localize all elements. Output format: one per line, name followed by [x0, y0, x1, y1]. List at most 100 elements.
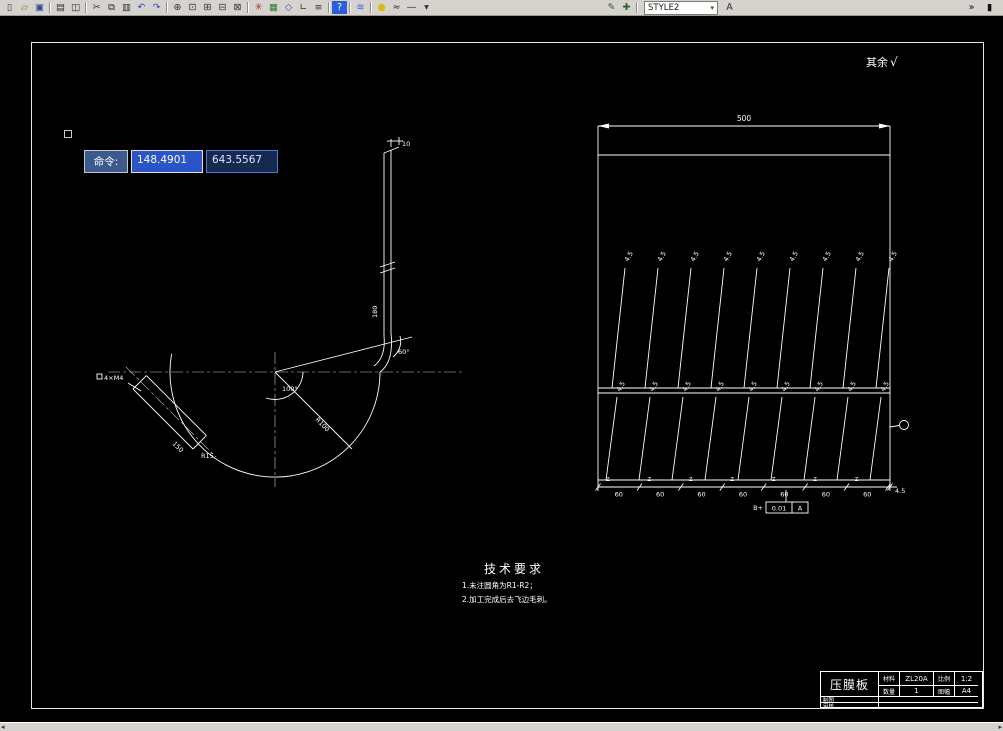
technical-requirements: 技术要求 1.未注圆角为R1-R2； 2.加工完成后去飞边毛刺。 — [462, 560, 552, 605]
qty-value-cell: 1 — [899, 685, 933, 696]
dim-height-label: 180 — [371, 306, 379, 318]
print-preview-icon[interactable]: ◫ — [68, 1, 83, 14]
modify-toolbar-icon[interactable]: ✚ — [619, 1, 634, 14]
style-combobox[interactable]: STYLE2 ▾ — [644, 0, 718, 15]
save-icon[interactable]: ▣ — [32, 1, 47, 14]
surface-finish-text: 其余 — [866, 56, 888, 69]
svg-text:Z: Z — [647, 477, 651, 483]
lineweight-icon[interactable]: — — [404, 1, 419, 14]
dim-top-label: 10 — [402, 140, 410, 148]
svg-text:4.5: 4.5 — [788, 250, 800, 263]
svg-text:60: 60 — [615, 491, 623, 499]
command-y-input[interactable]: 643.5567 — [206, 150, 278, 173]
svg-text:Z: Z — [772, 477, 776, 483]
chevron-down-icon: ▾ — [710, 3, 714, 12]
osnap-icon[interactable]: ◇ — [281, 1, 296, 14]
linetype-icon[interactable]: ≈ — [389, 1, 404, 14]
toolbar-separator — [349, 2, 351, 13]
gdt-prefix-label: B+ — [753, 504, 763, 512]
svg-text:60: 60 — [863, 491, 871, 499]
radius-label: R100 — [314, 416, 332, 434]
main-toolbar: ▯ ▱ ▣ ▤ ◫ ✂ ⧉ ▥ ↶ ↷ ⊕ ⊡ ⊞ ⊟ ⊠ ✳ ▦ ◇ ∟ ≡? ≋ ● ≈ — ▾ ✎ ✚ STYLE2 ▾ A … — [0, 0, 1003, 16]
layers-icon[interactable]: ≡ — [311, 1, 326, 14]
toolbar-separator — [166, 2, 168, 13]
draw-toolbar-icon[interactable]: ✎ — [604, 1, 619, 14]
zoom-in-icon[interactable]: ⊞ — [200, 1, 215, 14]
svg-text:4.5: 4.5 — [714, 380, 726, 393]
toolbar-separator — [636, 2, 638, 13]
scroll-right-icon[interactable]: ▸ — [998, 723, 1002, 731]
zoom-extents-icon[interactable]: ⊠ — [230, 1, 245, 14]
zoom-realtime-icon[interactable]: ⊕ — [170, 1, 185, 14]
svg-text:4.5: 4.5 — [681, 380, 693, 393]
drag-handle-icon[interactable]: ▮ — [982, 1, 997, 14]
svg-text:60: 60 — [656, 491, 664, 499]
gdt-tolerance-label: 0.01 — [772, 505, 786, 513]
scroll-left-icon[interactable]: ◂ — [1, 723, 5, 731]
svg-text:4.5: 4.5 — [846, 380, 858, 393]
sheet-value-cell: A4 — [954, 685, 978, 696]
tab-length-label: 150 — [171, 440, 185, 454]
color-control-icon[interactable]: ● — [374, 1, 389, 14]
copy-icon[interactable]: ⧉ — [104, 1, 119, 14]
paste-icon[interactable]: ▥ — [119, 1, 134, 14]
toolbar-right-group: » ▮ — [964, 1, 1001, 14]
svg-text:4.5: 4.5 — [854, 250, 866, 263]
qty-label-cell: 数量 — [878, 685, 899, 696]
right-view: 500 4.5 B+ 0.01 A 4.5 4.5 4.5 4.5 4.5 4.5 4.5 4… — [595, 114, 909, 514]
svg-text:4.5: 4.5 — [656, 250, 668, 263]
svg-text:4.5: 4.5 — [821, 250, 833, 263]
tech-requirement-item: 2.加工完成后去飞边毛刺。 — [462, 595, 552, 604]
horizontal-scrollbar[interactable]: ◂ ▸ — [0, 722, 1003, 731]
title-block: 压膜板 材料 ZL20A 比例 1:2 数量 1 图幅 A4 制图 审核 — [820, 671, 983, 708]
datum-target-circle — [899, 420, 909, 430]
properties-dropdown-icon[interactable]: ▾ — [419, 1, 434, 14]
zoom-out-icon[interactable]: ⊟ — [215, 1, 230, 14]
toolbar-icon-row: ▯ ▱ ▣ ▤ ◫ ✂ ⧉ ▥ ↶ ↷ ⊕ ⊡ ⊞ ⊟ ⊠ ✳ ▦ ◇ ∟ ≡? ≋ ● ≈ — ▾ ✎ ✚ — [2, 1, 640, 14]
drawing-canvas[interactable]: 10 180 100° 60° R100 150 R15 4×M4 500 4.… — [0, 0, 1003, 731]
redraw-icon[interactable]: ✳ — [251, 1, 266, 14]
help-icon[interactable]: ? — [332, 1, 347, 14]
ortho-icon[interactable]: ∟ — [296, 1, 311, 14]
command-label: 命令: — [84, 150, 128, 173]
undo-icon[interactable]: ↶ — [134, 1, 149, 14]
svg-text:4.5: 4.5 — [755, 250, 767, 263]
material-label-cell: 材料 — [878, 672, 899, 685]
dim-total-label: 500 — [737, 114, 752, 123]
svg-text:4.5: 4.5 — [623, 250, 635, 263]
svg-text:Z: Z — [689, 477, 693, 483]
svg-text:60: 60 — [780, 491, 788, 499]
text-style-icon[interactable]: A — [722, 1, 737, 14]
sheet-label-cell: 图幅 — [933, 685, 954, 696]
checked-by-cell: 审核 — [821, 702, 878, 708]
toolbar-separator — [85, 2, 87, 13]
svg-text:60: 60 — [739, 491, 747, 499]
gdt-datum-label: A — [798, 505, 803, 513]
zoom-window-icon[interactable]: ⊡ — [185, 1, 200, 14]
toolbar-separator — [247, 2, 249, 13]
print-icon[interactable]: ▤ — [53, 1, 68, 14]
open-icon[interactable]: ▱ — [17, 1, 32, 14]
grip-marker[interactable] — [64, 130, 72, 138]
new-icon[interactable]: ▯ — [2, 1, 17, 14]
command-x-input[interactable]: 148.4901 — [131, 150, 203, 173]
grid-icon[interactable]: ▦ — [266, 1, 281, 14]
sheet-set-icon[interactable]: ≋ — [353, 1, 368, 14]
tab-radius-label: R15 — [201, 452, 214, 460]
svg-text:Z: Z — [730, 477, 734, 483]
angle-center-label: 100° — [282, 385, 298, 393]
svg-text:4.5: 4.5 — [722, 250, 734, 263]
roughness-icon: √ — [890, 55, 898, 69]
redo-icon[interactable]: ↷ — [149, 1, 164, 14]
cut-icon[interactable]: ✂ — [89, 1, 104, 14]
svg-text:4.5: 4.5 — [813, 380, 825, 393]
toolbar-separator — [328, 2, 330, 13]
svg-text:Z: Z — [606, 477, 610, 483]
drawing-frame — [31, 42, 984, 709]
end-dim-label: 4.5 — [895, 487, 905, 495]
style-combobox-value: STYLE2 — [648, 2, 680, 13]
overflow-icon[interactable]: » — [964, 1, 979, 14]
svg-text:60: 60 — [822, 491, 830, 499]
svg-text:4.5: 4.5 — [879, 380, 891, 393]
part-name-cell: 压膜板 — [829, 677, 869, 692]
